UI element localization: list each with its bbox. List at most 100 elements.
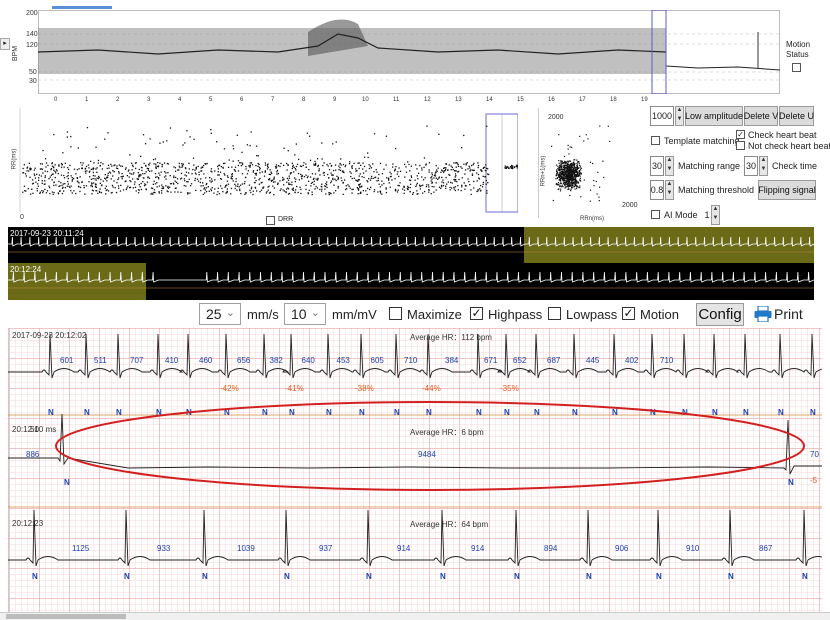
scatter-point bbox=[362, 162, 364, 164]
scatter-point bbox=[258, 169, 261, 171]
scatter-point bbox=[244, 181, 246, 183]
scrollbar-thumb[interactable] bbox=[6, 614, 126, 619]
matching-threshold-spinner[interactable]: ▲ ▼ bbox=[665, 180, 674, 200]
poincare-point bbox=[558, 179, 560, 181]
check-time-value[interactable]: 30 bbox=[744, 156, 758, 176]
scatter-point bbox=[440, 171, 442, 173]
poincare-point bbox=[573, 159, 575, 161]
scatter-point bbox=[326, 163, 328, 166]
scatter-point bbox=[211, 171, 213, 173]
scatter-point bbox=[101, 168, 103, 170]
scatter-point bbox=[328, 177, 330, 179]
scatter-point bbox=[402, 188, 404, 190]
scatter-point bbox=[397, 184, 399, 187]
scatter-point bbox=[191, 173, 193, 175]
highpass-checkbox[interactable]: ✓ bbox=[470, 307, 483, 320]
low-amplitude-button[interactable]: Low amplitude bbox=[685, 106, 743, 126]
scatter-point bbox=[57, 192, 59, 194]
scatter-point bbox=[369, 165, 371, 167]
scatter-point bbox=[155, 167, 157, 169]
scatter-point bbox=[47, 164, 49, 167]
scatter-point bbox=[269, 191, 272, 193]
poincare-point bbox=[571, 166, 573, 168]
scatter-point bbox=[333, 184, 335, 186]
scatter-point bbox=[513, 166, 515, 169]
scatter-point bbox=[53, 184, 55, 187]
scatter-point bbox=[273, 176, 275, 178]
maximize-checkbox[interactable] bbox=[389, 307, 402, 320]
scatter-point bbox=[368, 167, 371, 170]
scatter-point bbox=[113, 164, 115, 167]
poincare-point bbox=[576, 159, 578, 161]
poincare-point bbox=[571, 174, 573, 176]
scatter-point bbox=[451, 182, 453, 184]
scatter-point bbox=[162, 141, 164, 143]
scatter-point bbox=[162, 186, 164, 188]
print-button[interactable]: Print bbox=[754, 303, 806, 325]
scatter-point bbox=[121, 178, 123, 180]
scatter-point bbox=[307, 193, 309, 195]
scatter-point bbox=[300, 173, 302, 176]
scatter-point bbox=[140, 188, 143, 191]
scatter-point bbox=[120, 176, 122, 178]
poincare-point bbox=[577, 182, 579, 184]
matching-range-value[interactable]: 30 bbox=[650, 156, 664, 176]
scatter-point bbox=[463, 134, 465, 137]
delete-u-button[interactable]: Delete U bbox=[779, 106, 814, 126]
check-time-spinner[interactable]: ▲ ▼ bbox=[759, 156, 768, 176]
scatter-point bbox=[379, 162, 382, 165]
delete-v-button[interactable]: Delete V bbox=[744, 106, 778, 126]
poincare-point bbox=[577, 174, 579, 176]
hr-trend-panel[interactable]: ▸ BPM 200 140 120 50 30 0 1 2 3 4 5 6 7 bbox=[0, 0, 830, 108]
scatter-point bbox=[289, 183, 291, 185]
strip1-avg-hr: Average HR：112 bpm bbox=[410, 333, 492, 342]
poincare-xlabel: RRn(ms) bbox=[580, 216, 604, 222]
matching-threshold-value[interactable]: 0.8 bbox=[650, 180, 664, 200]
scatter-point bbox=[255, 179, 257, 182]
scatter-point bbox=[206, 162, 208, 165]
scatter-point bbox=[24, 190, 26, 192]
scatter-point bbox=[506, 166, 509, 168]
config-button[interactable]: Config bbox=[696, 303, 744, 326]
scatter-point bbox=[38, 174, 40, 176]
ai-mode-spinner[interactable]: ▲ ▼ bbox=[711, 205, 720, 225]
scatter-point bbox=[59, 190, 61, 192]
not-check-heart-beat-checkbox[interactable] bbox=[736, 141, 745, 150]
scatter-point bbox=[427, 184, 430, 186]
horizontal-scrollbar[interactable] bbox=[0, 612, 830, 620]
scatter-point bbox=[39, 163, 42, 165]
matching-range-spinner[interactable]: ▲ ▼ bbox=[665, 156, 674, 176]
scatter-point bbox=[310, 185, 312, 187]
scatter-point bbox=[226, 191, 228, 194]
scatter-point bbox=[188, 162, 190, 164]
drr-checkbox[interactable] bbox=[266, 216, 275, 225]
flipping-signal-button[interactable]: Flipping signal bbox=[758, 180, 816, 200]
motion-checkbox[interactable]: ✓ bbox=[622, 307, 635, 320]
poincare-point bbox=[558, 167, 560, 169]
scatter-point bbox=[90, 178, 93, 180]
amplitude-value[interactable]: 1000 bbox=[650, 106, 674, 126]
speed-select[interactable]: 25 ⌄ bbox=[199, 303, 241, 325]
ai-mode-checkbox[interactable] bbox=[651, 210, 660, 219]
poincare-point bbox=[569, 194, 571, 197]
lowpass-checkbox[interactable] bbox=[548, 307, 561, 320]
trend-left-tab[interactable]: ▸ bbox=[0, 38, 10, 50]
motion-status-checkbox[interactable] bbox=[792, 63, 801, 72]
scatter-point bbox=[299, 165, 302, 167]
scatter-point bbox=[170, 191, 172, 193]
rr-scatter-panel[interactable]: RR(ms) 0 DRR 2000 2000 RRn(ms) RRn+1(ms) bbox=[0, 108, 648, 226]
overview-strip-2[interactable]: 20:12:24 bbox=[8, 263, 814, 300]
amplitude-spinner[interactable]: ▲ ▼ bbox=[675, 106, 684, 126]
check-heart-beat-checkbox[interactable]: ✓ bbox=[736, 130, 745, 139]
template-matching-checkbox[interactable] bbox=[651, 136, 660, 145]
scatter-point bbox=[31, 188, 33, 190]
scatter-point bbox=[409, 183, 412, 185]
scatter-point bbox=[398, 175, 400, 178]
scatter-point bbox=[435, 182, 437, 184]
poincare-point bbox=[563, 183, 565, 185]
scatter-point bbox=[275, 164, 278, 166]
scatter-point bbox=[91, 189, 94, 191]
scatter-point bbox=[210, 190, 213, 192]
overview-strip-1[interactable]: 2017-09-23 20:11:24 bbox=[8, 227, 814, 263]
gain-select[interactable]: 10 ⌄ bbox=[284, 303, 326, 325]
